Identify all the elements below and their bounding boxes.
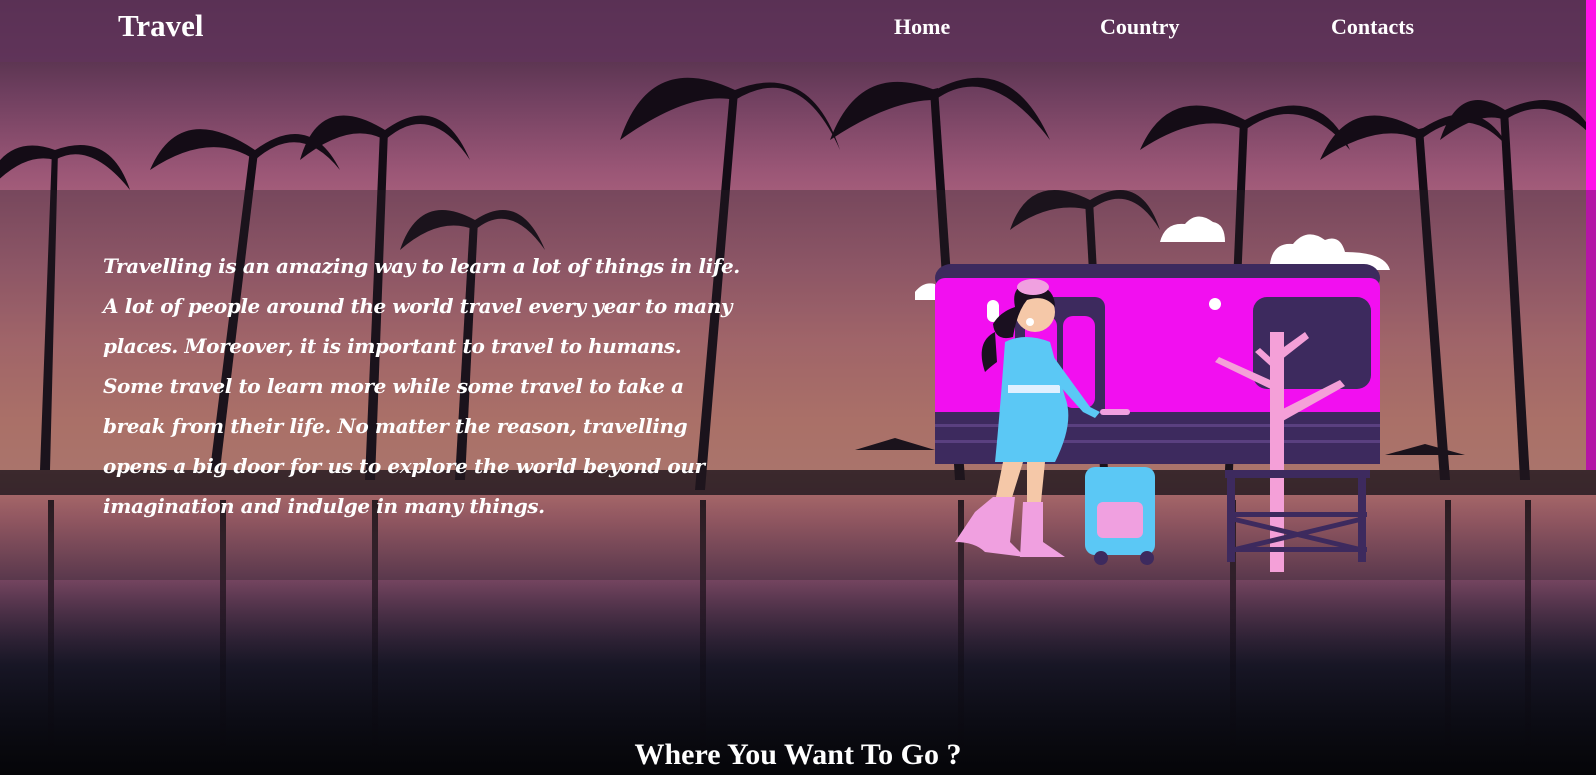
suitcase-icon — [1085, 467, 1155, 565]
hero-paragraph: Travelling is an amazing way to learn a … — [103, 254, 740, 518]
nav-link-country[interactable]: Country — [1100, 14, 1179, 40]
nav-link-home[interactable]: Home — [894, 14, 950, 40]
section-title: Where You Want To Go ? — [634, 738, 962, 771]
nav-link-contacts[interactable]: Contacts — [1331, 14, 1414, 40]
woman-with-suitcase-and-train-illustration — [915, 216, 1390, 572]
top-navbar: Travel Home Country Contacts — [0, 0, 1596, 62]
site-logo[interactable]: Travel — [118, 8, 204, 44]
bench-icon — [1225, 470, 1370, 562]
